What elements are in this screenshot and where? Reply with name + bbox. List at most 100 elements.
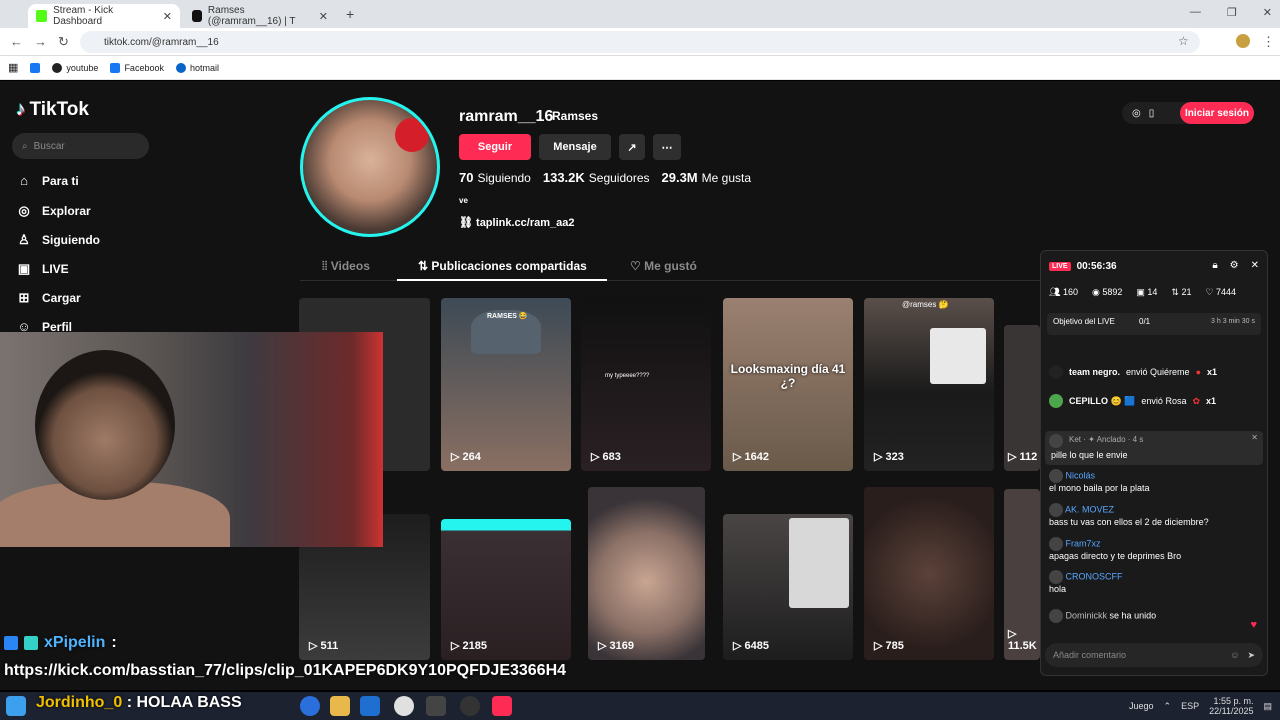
avatar xyxy=(1049,570,1063,584)
notification-icon[interactable]: ▤ xyxy=(1263,701,1272,712)
link-icon: ⛓ xyxy=(459,217,473,229)
heart-icon[interactable]: ♥ xyxy=(1250,619,1257,631)
comment-input[interactable]: Añadir comentario ☺ ➤ xyxy=(1045,643,1263,667)
bookmark-star-icon[interactable]: ☆ xyxy=(1178,34,1189,48)
live-timer: 00:56:36 xyxy=(1076,261,1117,272)
avatar xyxy=(1049,609,1063,623)
whiteboard-shape xyxy=(930,328,986,384)
viewers-stat: 👥︎ 160 xyxy=(1049,287,1078,297)
home-icon: ⌂ xyxy=(20,173,28,188)
plus-icon: ⊞ xyxy=(18,290,30,305)
reload-icon[interactable]: ↻ xyxy=(58,34,69,50)
video-thumbnail[interactable]: ▷ 11.5K xyxy=(1004,489,1040,660)
bookmarks-bar: ▦ youtube Facebook hotmail xyxy=(0,56,1280,80)
view-count: ▷ 511 xyxy=(309,640,339,652)
views-stat: ◉ 5892 xyxy=(1091,287,1123,297)
bookmark-facebook[interactable]: Facebook xyxy=(110,62,164,73)
likes-count: 29.3M Me gusta xyxy=(661,170,752,185)
view-count: ▷ 6485 xyxy=(733,640,769,652)
video-thumbnail[interactable]: ▷ 3169 xyxy=(588,487,705,660)
close-window-icon[interactable]: ✕ xyxy=(1263,6,1272,19)
follow-button[interactable]: Seguir xyxy=(459,134,531,160)
sidebar-item-siguiendo[interactable]: ♙ Siguiendo xyxy=(16,232,100,248)
url-input[interactable]: tiktok.com/@ramram__16 xyxy=(80,31,1200,53)
emoji-icon[interactable]: ☺ xyxy=(1230,650,1239,660)
minimize-icon[interactable]: — xyxy=(1190,6,1201,19)
tiktok-app-icon[interactable] xyxy=(492,696,512,716)
settings-icon[interactable]: ⚙ xyxy=(1230,260,1239,271)
live-badge: LIVE xyxy=(1049,262,1071,271)
share-icon[interactable]: ↗ xyxy=(619,134,645,160)
video-thumbnail[interactable]: ▷ 785 xyxy=(864,487,994,660)
live-icon: ▣ xyxy=(17,261,31,276)
lock-icon[interactable]: 🔒︎ xyxy=(1212,260,1217,271)
pinned-comment[interactable]: Ket · ✦ Anclado · 4 s pille lo que le en… xyxy=(1045,431,1263,465)
mail-icon[interactable] xyxy=(360,696,380,716)
live-goal[interactable]: Objetivo del LIVE 0/1 3 h 3 min 30 s xyxy=(1047,313,1261,335)
video-thumbnail[interactable]: my typeeee???? ▷ 683 xyxy=(581,298,711,471)
badge-icon xyxy=(24,636,38,650)
bookmark-youtube[interactable]: youtube xyxy=(52,62,98,73)
close-icon[interactable]: ✕ xyxy=(1251,433,1258,442)
following-count[interactable]: 70 Siguiendo xyxy=(459,170,531,185)
store-icon[interactable] xyxy=(426,696,446,716)
video-thumbnail[interactable]: @ramses 🤔 ▷ 323 xyxy=(864,298,994,471)
tab-tiktok[interactable]: Ramses (@ramram__16) | T ✕ xyxy=(184,4,336,28)
followers-count[interactable]: 133.2K Seguidores xyxy=(543,170,650,185)
obs-icon[interactable] xyxy=(460,696,480,716)
message-button[interactable]: Mensaje xyxy=(539,134,611,160)
chrome-icon[interactable] xyxy=(394,696,414,716)
coins-icon[interactable]: ◎ xyxy=(1132,108,1141,119)
login-button[interactable]: Iniciar sesión xyxy=(1180,102,1254,124)
followers-stat: ⇅ 21 xyxy=(1171,287,1192,297)
chat-message: AK. MOVEZ bass tu vas con ellos el 2 de d… xyxy=(1049,503,1209,527)
tiktok-icon xyxy=(192,10,202,22)
view-count: ▷ 112 xyxy=(1008,451,1038,463)
folder-icon[interactable] xyxy=(330,696,350,716)
forward-icon[interactable]: → xyxy=(34,34,47,49)
profile-avatar[interactable] xyxy=(1236,34,1250,48)
bookmark-hotmail[interactable]: hotmail xyxy=(175,62,219,73)
video-thumbnail[interactable]: ▷ 2185 xyxy=(441,519,571,660)
system-tray: Juego ⌃ ESP 1:55 p. m. 22/11/2025 ▤ xyxy=(1129,696,1272,716)
video-thumbnail[interactable]: ▷ 6485 xyxy=(723,514,853,660)
clock[interactable]: 1:55 p. m. 22/11/2025 xyxy=(1209,696,1253,716)
sidebar-item-para-ti[interactable]: ⌂ Para ti xyxy=(16,173,79,188)
video-thumbnail[interactable]: ▷ 112 xyxy=(1004,325,1040,471)
search-input[interactable]: ⌕ Buscar xyxy=(12,133,149,159)
start-icon[interactable] xyxy=(6,696,26,716)
chat-message: Dominickk se ha unido xyxy=(1049,609,1156,623)
sidebar-item-explorar[interactable]: ◎ Explorar xyxy=(16,203,90,219)
video-thumbnail[interactable]: Looksmaxing día 41 ¿? ▷ 1642 xyxy=(723,298,853,471)
apps-icon[interactable]: ▦ xyxy=(8,61,18,74)
bookmark-youtube[interactable] xyxy=(30,62,41,73)
profile-avatar-large xyxy=(300,97,440,237)
close-icon[interactable]: ✕ xyxy=(319,10,328,23)
close-icon[interactable]: ✕ xyxy=(1251,260,1259,271)
chevron-up-icon[interactable]: ⌃ xyxy=(1164,701,1172,712)
device-icon[interactable]: ▯ xyxy=(1149,108,1155,119)
profile-stats: 70 Siguiendo 133.2K Seguidores 29.3M Me gus… xyxy=(459,170,751,185)
sidebar-item-cargar[interactable]: ⊞ Cargar xyxy=(16,290,81,306)
sidebar-item-live[interactable]: ▣ LIVE xyxy=(16,261,69,277)
new-tab-icon[interactable]: + xyxy=(346,6,354,22)
profile-link[interactable]: ⛓ taplink.cc/ram_aa2 xyxy=(459,216,574,229)
avatar xyxy=(1049,503,1063,517)
tab-videos[interactable]: ⦙⦙ Videos xyxy=(322,259,370,274)
menu-icon[interactable]: ⋮ xyxy=(1262,34,1275,50)
tab-kick-dashboard[interactable]: Stream - Kick Dashboard ✕ xyxy=(28,4,180,28)
edge-icon[interactable] xyxy=(300,696,320,716)
user-icon: ♙ xyxy=(18,232,30,247)
send-icon[interactable]: ➤ xyxy=(1247,650,1255,661)
close-icon[interactable]: ✕ xyxy=(163,10,172,23)
kick-icon xyxy=(36,10,48,22)
more-icon[interactable]: ⋯ xyxy=(653,134,681,160)
tab-liked[interactable]: ♡ Me gustó xyxy=(630,259,697,273)
video-thumbnail[interactable]: RAMSES 😂 ▷ 264 xyxy=(441,298,571,471)
window-controls: — ❐ ✕ xyxy=(1190,6,1272,19)
back-icon[interactable]: ← xyxy=(10,34,23,49)
tab-reposts[interactable]: ⇅ Publicaciones compartidas xyxy=(418,259,587,273)
tiktok-logo[interactable]: ♪ TikTok xyxy=(16,99,89,121)
avatar xyxy=(1049,365,1063,379)
maximize-icon[interactable]: ❐ xyxy=(1227,6,1237,19)
